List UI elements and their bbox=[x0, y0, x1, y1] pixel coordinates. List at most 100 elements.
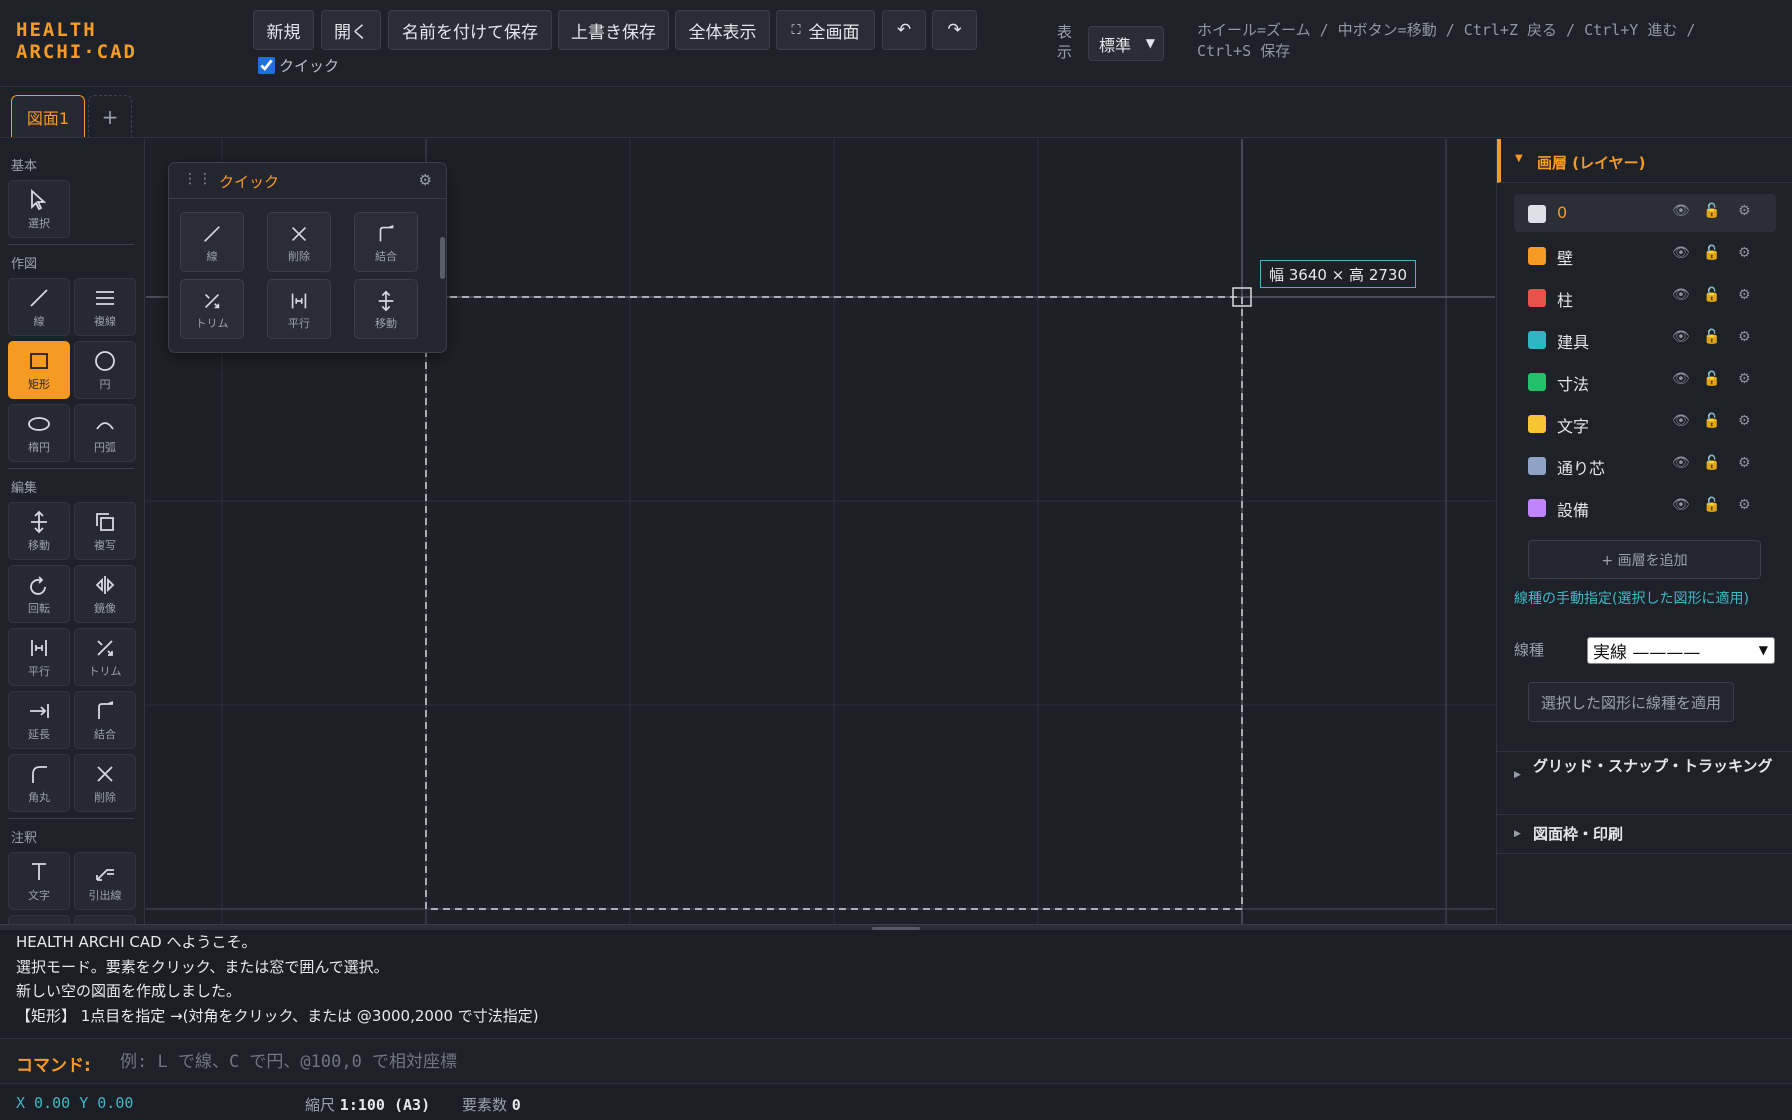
frame-print-section-header[interactable]: ▶ 図面枠・印刷 bbox=[1497, 814, 1792, 854]
tool-circle[interactable]: 円 bbox=[74, 341, 136, 399]
quick-tool-trim[interactable]: トリム bbox=[180, 279, 244, 339]
eye-icon[interactable]: 👁 bbox=[1672, 497, 1690, 513]
lock-icon[interactable]: 🔓 bbox=[1703, 203, 1720, 219]
grid-snap-section-header[interactable]: ▶ グリッド・スナップ・トラッキング bbox=[1497, 751, 1792, 797]
eye-icon[interactable]: 👁 bbox=[1672, 203, 1690, 219]
gear-icon[interactable]: ⚙ bbox=[1738, 497, 1751, 513]
gear-icon[interactable]: ⚙ bbox=[1738, 287, 1751, 303]
eye-icon[interactable]: 👁 bbox=[1672, 329, 1690, 345]
add-tab-button[interactable]: + bbox=[88, 95, 132, 137]
fit-all-button[interactable]: 全体表示 bbox=[675, 10, 770, 50]
tool-rect[interactable]: 矩形 bbox=[8, 341, 70, 399]
overwrite-save-button[interactable]: 上書き保存 bbox=[558, 10, 669, 50]
tool-join[interactable]: 結合 bbox=[74, 691, 136, 749]
quick-panel-scrollbar[interactable] bbox=[440, 237, 445, 279]
quick-tool-join[interactable]: 結合 bbox=[354, 212, 418, 272]
quick-panel[interactable]: ⋮⋮ クイック ⚙ 線 削除 結合 トリム 平行 移動 bbox=[168, 162, 447, 353]
lock-icon[interactable]: 🔓 bbox=[1703, 287, 1720, 303]
layer-row-0[interactable]: 0 👁 🔓 ⚙ bbox=[1514, 194, 1776, 232]
eye-icon[interactable]: 👁 bbox=[1672, 455, 1690, 471]
layer-color-swatch[interactable] bbox=[1528, 205, 1546, 223]
layer-color-swatch[interactable] bbox=[1528, 247, 1546, 265]
tool-ellipse[interactable]: 楕円 bbox=[8, 404, 70, 462]
gear-icon[interactable]: ⚙ bbox=[419, 171, 432, 189]
layer-row-dimension[interactable]: 寸法 👁 🔓 ⚙ bbox=[1514, 362, 1776, 400]
quick-panel-title: クイック bbox=[219, 173, 280, 191]
tool-text[interactable]: 文字 bbox=[8, 852, 70, 910]
gear-icon[interactable]: ⚙ bbox=[1738, 245, 1751, 261]
lock-icon[interactable]: 🔓 bbox=[1703, 497, 1720, 513]
tool-delete[interactable]: 削除 bbox=[74, 754, 136, 812]
layer-row-gridline[interactable]: 通り芯 👁 🔓 ⚙ bbox=[1514, 446, 1776, 484]
layer-row-text[interactable]: 文字 👁 🔓 ⚙ bbox=[1514, 404, 1776, 442]
status-bar: X 0.00 Y 0.00 縮尺 1:100 (A3) 要素数 0 bbox=[0, 1085, 1792, 1120]
eye-icon[interactable]: 👁 bbox=[1672, 413, 1690, 429]
tool-select[interactable]: 選択 bbox=[8, 180, 70, 238]
quick-tool-line[interactable]: 線 bbox=[180, 212, 244, 272]
tool-move[interactable]: 移動 bbox=[8, 502, 70, 560]
tool-rotate[interactable]: 回転 bbox=[8, 565, 70, 623]
undo-button[interactable]: ↶ bbox=[882, 10, 926, 50]
lock-icon[interactable]: 🔓 bbox=[1703, 245, 1720, 261]
eye-icon[interactable]: 👁 bbox=[1672, 287, 1690, 303]
tool-extend[interactable]: 延長 bbox=[8, 691, 70, 749]
tool-multiline[interactable]: 複線 bbox=[74, 278, 136, 336]
new-button[interactable]: 新規 bbox=[253, 10, 314, 50]
command-input[interactable] bbox=[120, 1047, 1020, 1077]
layer-row-fittings[interactable]: 建具 👁 🔓 ⚙ bbox=[1514, 320, 1776, 358]
layer-row-equipment[interactable]: 設備 👁 🔓 ⚙ bbox=[1514, 488, 1776, 526]
quick-toggle[interactable]: クイック bbox=[258, 55, 339, 76]
tool-mirror[interactable]: 鏡像 bbox=[74, 565, 136, 623]
tab-drawing-1[interactable]: 図面1 bbox=[11, 95, 85, 137]
rectangle-icon bbox=[30, 353, 48, 369]
expand-arrow-icon: ▶ bbox=[1514, 829, 1521, 839]
apply-linetype-button[interactable]: 選択した図形に線種を適用 bbox=[1528, 682, 1734, 722]
tool-line[interactable]: 線 bbox=[8, 278, 70, 336]
eye-icon[interactable]: 👁 bbox=[1672, 371, 1690, 387]
layer-row-column[interactable]: 柱 👁 🔓 ⚙ bbox=[1514, 278, 1776, 316]
save-as-button[interactable]: 名前を付けて保存 bbox=[388, 10, 552, 50]
tool-copy[interactable]: 複写 bbox=[74, 502, 136, 560]
open-button[interactable]: 開く bbox=[321, 10, 381, 50]
layer-row-wall[interactable]: 壁 👁 🔓 ⚙ bbox=[1514, 236, 1776, 274]
layers-section-header[interactable]: ▼ 画層 (レイヤー) bbox=[1497, 139, 1792, 183]
layer-color-swatch[interactable] bbox=[1528, 499, 1546, 517]
gear-icon[interactable]: ⚙ bbox=[1738, 203, 1751, 219]
tool-arc[interactable]: 円弧 bbox=[74, 404, 136, 462]
tool-parallel[interactable]: 平行 bbox=[8, 628, 70, 686]
quick-panel-header[interactable]: ⋮⋮ クイック ⚙ bbox=[169, 163, 446, 199]
quick-tool-parallel[interactable]: 平行 bbox=[267, 279, 331, 339]
drag-handle-icon[interactable]: ⋮⋮ bbox=[183, 171, 213, 187]
mirror-icon bbox=[95, 576, 115, 594]
section-edit-label: 編集 bbox=[11, 481, 38, 496]
tool-fillet[interactable]: 角丸 bbox=[8, 754, 70, 812]
lock-icon[interactable]: 🔓 bbox=[1703, 413, 1720, 429]
layer-color-swatch[interactable] bbox=[1528, 331, 1546, 349]
top-toolbar: HEALTH ARCHI·CAD 新規 開く 名前を付けて保存 上書き保存 全体… bbox=[0, 0, 1792, 87]
layer-color-swatch[interactable] bbox=[1528, 415, 1546, 433]
lock-icon[interactable]: 🔓 bbox=[1703, 455, 1720, 471]
layer-color-swatch[interactable] bbox=[1528, 373, 1546, 391]
tool-more-2[interactable] bbox=[74, 915, 136, 924]
gear-icon[interactable]: ⚙ bbox=[1738, 455, 1751, 471]
quick-tool-delete[interactable]: 削除 bbox=[267, 212, 331, 272]
shortcut-hint: ホイール=ズーム / 中ボタン=移動 / Ctrl+Z 戻る / Ctrl+Y … bbox=[1197, 21, 1696, 60]
tool-leader[interactable]: 引出線 bbox=[74, 852, 136, 910]
gear-icon[interactable]: ⚙ bbox=[1738, 329, 1751, 345]
tool-more-1[interactable] bbox=[8, 915, 70, 924]
layer-color-swatch[interactable] bbox=[1528, 457, 1546, 475]
gear-icon[interactable]: ⚙ bbox=[1738, 413, 1751, 429]
quick-checkbox[interactable] bbox=[258, 57, 275, 74]
eye-icon[interactable]: 👁 bbox=[1672, 245, 1690, 261]
add-layer-button[interactable]: + 画層を追加 bbox=[1528, 540, 1761, 579]
layer-color-swatch[interactable] bbox=[1528, 289, 1546, 307]
gear-icon[interactable]: ⚙ bbox=[1738, 371, 1751, 387]
redo-button[interactable]: ↷ bbox=[932, 10, 977, 50]
view-select[interactable]: 標準 ▼ bbox=[1088, 26, 1164, 61]
lock-icon[interactable]: 🔓 bbox=[1703, 329, 1720, 345]
fullscreen-button[interactable]: ⛶ 全画面 bbox=[776, 10, 875, 50]
linetype-select[interactable]: 実線 ———— ▼ bbox=[1587, 637, 1775, 664]
quick-tool-move[interactable]: 移動 bbox=[354, 279, 418, 339]
tool-trim[interactable]: トリム bbox=[74, 628, 136, 686]
lock-icon[interactable]: 🔓 bbox=[1703, 371, 1720, 387]
